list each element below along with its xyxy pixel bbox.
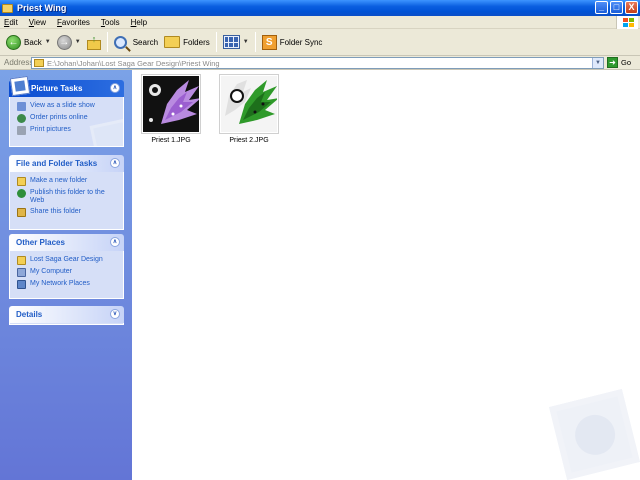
menu-tools[interactable]: Tools (101, 18, 120, 27)
address-label: Address (4, 58, 34, 67)
thumbnail (219, 74, 279, 134)
other-places-header[interactable]: Other Places ∧ (9, 234, 124, 251)
globe-icon (17, 114, 26, 123)
file-folder-tasks-title: File and Folder Tasks (16, 159, 98, 168)
toolbar-divider (254, 32, 256, 52)
search-icon (113, 35, 127, 49)
address-dropdown-icon[interactable]: ▼ (592, 58, 603, 68)
close-button[interactable]: X (625, 1, 638, 14)
folder-icon (2, 3, 13, 13)
go-label: Go (621, 58, 632, 67)
picture-icon (9, 75, 31, 97)
toolbar: ← Back ▼ → ▼ ↑ Search Folders ▼ S Folder… (0, 29, 640, 56)
folder-sync-icon: S (261, 34, 277, 50)
place-my-computer[interactable]: My Computer (17, 268, 117, 277)
folders-icon (164, 36, 181, 48)
go-arrow-icon: ➜ (607, 57, 618, 68)
picture-tasks-panel: Picture Tasks ∧ View as a slide show Ord… (9, 75, 124, 147)
details-panel: Details ∨ (9, 306, 124, 325)
search-button[interactable]: Search (111, 31, 161, 53)
task-share-folder[interactable]: Share this folder (17, 208, 117, 217)
picture-tasks-header[interactable]: Picture Tasks ∧ (9, 75, 124, 97)
up-button[interactable]: ↑ (84, 31, 104, 53)
views-icon (222, 35, 240, 49)
folder-sync-label: Folder Sync (279, 37, 323, 47)
address-bar: Address E:\Johan\Johan\Lost Saga Gear De… (0, 56, 640, 70)
task-publish-web[interactable]: Publish this folder to the Web (17, 189, 117, 205)
slideshow-icon (17, 102, 26, 111)
expand-chevron-icon[interactable]: ∨ (110, 309, 120, 319)
window-title: Priest Wing (17, 3, 67, 13)
file-name: Priest 1.JPG (151, 137, 191, 144)
menu-bar: Edit View Favorites Tools Help (0, 16, 640, 29)
file-name: Priest 2.JPG (229, 137, 269, 144)
file-item-priest-2[interactable]: Priest 2.JPG (219, 74, 279, 144)
forward-button[interactable]: → ▼ (54, 31, 84, 53)
back-label: Back (24, 37, 42, 47)
task-slide-show[interactable]: View as a slide show (17, 102, 117, 111)
menu-edit[interactable]: Edit (4, 18, 18, 27)
share-folder-icon (17, 208, 26, 217)
folder-up-icon: ↑ (86, 34, 101, 50)
other-places-body: Lost Saga Gear Design My Computer My Net… (9, 251, 124, 299)
task-order-prints[interactable]: Order prints online (17, 114, 117, 123)
address-path: E:\Johan\Johan\Lost Saga Gear Design\Pri… (47, 58, 220, 68)
new-folder-icon (17, 177, 26, 186)
collapse-chevron-icon[interactable]: ∧ (110, 83, 120, 93)
priest-1-image-icon (143, 76, 201, 132)
file-folder-tasks-panel: File and Folder Tasks ∧ Make a new folde… (9, 155, 124, 230)
task-pane: Picture Tasks ∧ View as a slide show Ord… (0, 70, 132, 480)
pictures-watermark-icon (549, 389, 640, 480)
file-view[interactable]: Priest 1.JPG Priest 2.JPG (132, 70, 640, 480)
folder-icon (17, 256, 26, 265)
priest-2-image-icon (221, 76, 279, 132)
globe-icon (17, 189, 26, 198)
picture-tasks-body: View as a slide show Order prints online… (9, 97, 124, 147)
folders-label: Folders (183, 37, 210, 47)
other-places-panel: Other Places ∧ Lost Saga Gear Design My … (9, 234, 124, 299)
network-icon (17, 280, 26, 289)
details-body (9, 323, 124, 325)
task-make-folder[interactable]: Make a new folder (17, 177, 117, 186)
back-arrow-icon: ← (6, 34, 21, 50)
details-title: Details (16, 310, 43, 319)
folders-button[interactable]: Folders (161, 31, 213, 53)
search-label: Search (132, 37, 159, 47)
go-button[interactable]: ➜ Go (607, 57, 631, 68)
other-places-title: Other Places (16, 238, 65, 247)
address-input[interactable]: E:\Johan\Johan\Lost Saga Gear Design\Pri… (31, 57, 604, 69)
place-my-network-places[interactable]: My Network Places (17, 280, 117, 289)
collapse-chevron-icon[interactable]: ∧ (110, 237, 120, 247)
file-folder-tasks-header[interactable]: File and Folder Tasks ∧ (9, 155, 124, 172)
details-header[interactable]: Details ∨ (9, 306, 124, 323)
file-folder-tasks-body: Make a new folder Publish this folder to… (9, 172, 124, 230)
forward-arrow-icon: → (56, 34, 72, 50)
title-bar[interactable]: Priest Wing _ □ X (0, 0, 640, 16)
toolbar-divider (215, 32, 217, 52)
collapse-chevron-icon[interactable]: ∧ (110, 158, 120, 168)
maximize-button[interactable]: □ (610, 1, 623, 14)
back-dropdown-icon[interactable]: ▼ (45, 39, 51, 45)
windows-logo-icon (616, 16, 638, 29)
views-dropdown-icon[interactable]: ▼ (243, 39, 249, 45)
thumbnail (141, 74, 201, 134)
menu-help[interactable]: Help (131, 18, 147, 27)
printer-icon (17, 126, 26, 135)
views-button[interactable]: ▼ (220, 31, 252, 53)
folder-sync-button[interactable]: S Folder Sync (259, 31, 326, 53)
menu-view[interactable]: View (29, 18, 46, 27)
file-item-priest-1[interactable]: Priest 1.JPG (141, 74, 201, 144)
place-lost-saga-gear-design[interactable]: Lost Saga Gear Design (17, 256, 117, 265)
toolbar-divider (106, 32, 108, 52)
menu-favorites[interactable]: Favorites (57, 18, 90, 27)
forward-dropdown-icon[interactable]: ▼ (75, 39, 81, 45)
window-controls: _ □ X (595, 1, 638, 14)
minimize-button[interactable]: _ (595, 1, 608, 14)
picture-tasks-title: Picture Tasks (31, 84, 83, 93)
back-button[interactable]: ← Back ▼ (3, 31, 54, 53)
folder-icon (34, 59, 44, 67)
computer-icon (17, 268, 26, 277)
